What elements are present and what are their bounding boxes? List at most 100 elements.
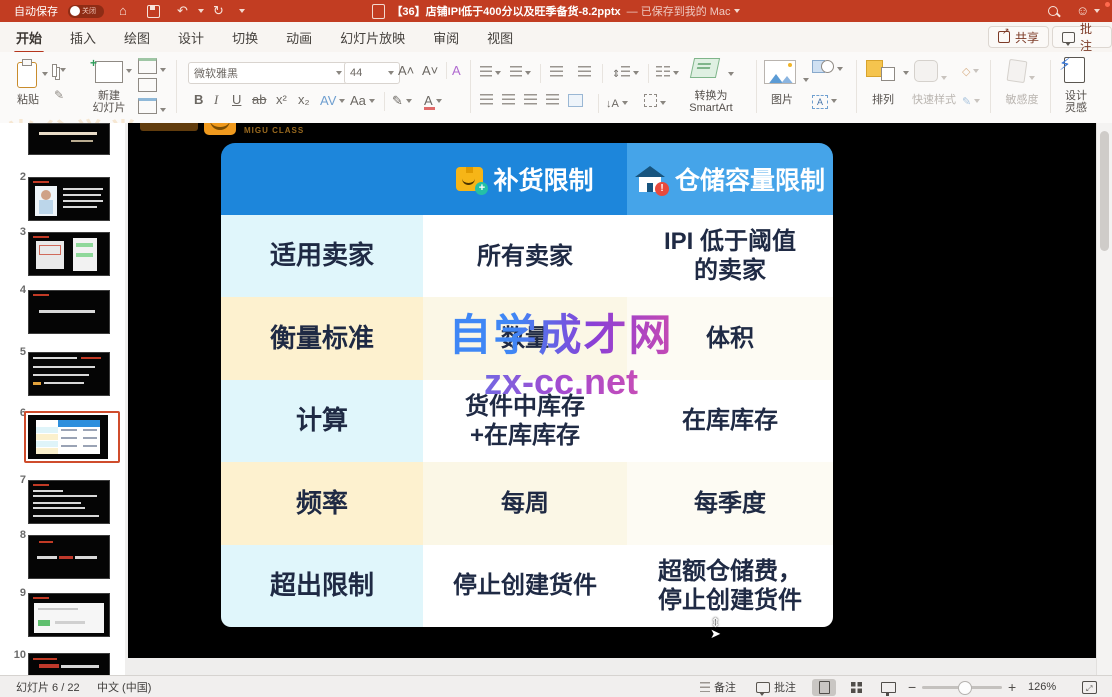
undo-icon[interactable]: ↶ (170, 0, 204, 22)
bullets-icon[interactable] (480, 64, 501, 82)
slide-thumbnail-2[interactable] (28, 177, 110, 221)
thumb-number-10: 10 (10, 649, 26, 661)
shapes-icon[interactable] (812, 60, 843, 78)
sections-icon[interactable] (138, 98, 166, 119)
zoom-slider[interactable] (922, 676, 1002, 697)
slide-thumbnail-10[interactable] (28, 653, 110, 675)
tab-draw[interactable]: 绘图 (122, 28, 152, 47)
arrange-icon[interactable] (866, 60, 909, 82)
design-ideas-icon[interactable]: ⚡ (1064, 57, 1085, 88)
align-text-icon[interactable] (644, 94, 666, 112)
zoom-slider-thumb[interactable] (958, 681, 972, 695)
header-restock-label: 补货限制 (493, 161, 593, 197)
grow-font-button[interactable]: A˄ (398, 63, 414, 78)
thumb-number-8: 8 (10, 529, 26, 541)
slide-thumbnail-1[interactable] (28, 123, 110, 155)
slide-thumbnail-9[interactable] (28, 593, 110, 637)
superscript-button[interactable]: x² (276, 92, 287, 107)
comments-button[interactable]: 批注 (1052, 26, 1112, 48)
font-size-select[interactable]: 44 (344, 62, 400, 84)
scrollbar-thumb[interactable] (1100, 131, 1109, 251)
table-row: 超出限制 停止创建货件 超额仓储费， 停止创建货件 (221, 545, 833, 627)
new-slide-icon[interactable]: + (92, 58, 126, 86)
thumb-number-2: 2 (10, 171, 26, 183)
slide-canvas[interactable]: MIGU CLASS + 补货限制 ! 仓储容量限制 适用卖家 (128, 123, 1097, 658)
italic-button[interactable]: I (214, 92, 218, 108)
quick-styles-label: 快速样式 (906, 94, 962, 106)
editor-canvas: MIGU CLASS + 补货限制 ! 仓储容量限制 适用卖家 (125, 123, 1112, 675)
search-icon[interactable] (1048, 0, 1058, 22)
paste-icon[interactable] (14, 60, 40, 90)
text-box-icon[interactable]: A (812, 92, 837, 110)
copy-icon[interactable] (52, 62, 66, 78)
home-icon[interactable]: ⌂ (112, 0, 134, 22)
tab-transitions[interactable]: 切换 (230, 28, 260, 47)
increase-indent-icon[interactable] (578, 64, 591, 82)
subscript-button[interactable]: x₂ (298, 92, 310, 107)
slide-thumbnail-6-selected[interactable] (24, 411, 120, 463)
share-button[interactable]: ↗ 共享 (988, 26, 1049, 48)
tab-insert[interactable]: 插入 (68, 28, 98, 47)
vertical-scrollbar[interactable] (1096, 123, 1112, 675)
underline-button[interactable]: U (232, 92, 241, 107)
reset-slide-icon[interactable] (138, 78, 157, 97)
slide-sorter-view-button[interactable] (844, 676, 868, 697)
statusbar-comments-button[interactable]: 批注 (756, 676, 796, 697)
thumb-number-5: 5 (10, 346, 26, 358)
thumb-number-9: 9 (10, 587, 26, 599)
notes-button[interactable]: 备注 (700, 676, 736, 697)
decrease-indent-icon[interactable] (550, 64, 563, 82)
save-icon[interactable] (140, 0, 167, 22)
toggle-knob (70, 6, 80, 16)
slide-thumbnail-4[interactable] (28, 290, 110, 334)
clear-format-button[interactable]: A (452, 63, 461, 78)
character-spacing-button[interactable]: AV (320, 92, 345, 110)
sensitivity-icon[interactable] (1008, 60, 1035, 87)
slide-thumbnail-8[interactable] (28, 535, 110, 579)
strikethrough-button[interactable]: ab (252, 92, 266, 107)
tab-review[interactable]: 审阅 (431, 28, 461, 47)
shape-outline-icon[interactable]: ✎ (962, 92, 980, 110)
smartart-icon[interactable] (692, 58, 734, 83)
zoom-in-button[interactable]: + (1008, 676, 1016, 697)
zoom-out-button[interactable]: − (908, 676, 916, 697)
tab-slideshow[interactable]: 幻灯片放映 (338, 28, 407, 47)
shrink-font-button[interactable]: A˅ (422, 63, 438, 78)
status-bar: 幻灯片 6 / 22 中文 (中国) 备注 批注 − + 126% ⤢ (0, 675, 1112, 697)
shape-fill-icon[interactable]: ◇ (962, 62, 979, 80)
font-color-button[interactable]: A (424, 92, 442, 110)
font-name-select[interactable]: 微软雅黑 (188, 62, 348, 84)
quick-styles-icon[interactable] (914, 60, 947, 87)
tab-home[interactable]: 开始 (14, 28, 44, 47)
tab-design[interactable]: 设计 (176, 28, 206, 47)
header-spacer (221, 143, 423, 215)
text-direction-icon[interactable]: ↓A (606, 94, 628, 112)
tab-animations[interactable]: 动画 (284, 28, 314, 47)
slideshow-view-button[interactable] (876, 676, 900, 697)
picture-label: 图片 (764, 94, 800, 106)
bold-button[interactable]: B (194, 92, 203, 107)
highlight-pen-icon[interactable]: ✎ (392, 92, 412, 110)
picture-icon[interactable] (764, 60, 809, 89)
tab-view[interactable]: 视图 (485, 28, 515, 47)
numbering-icon[interactable] (510, 64, 531, 82)
design-ideas-label: 设计 灵感 (1056, 90, 1096, 114)
toolbar-more-icon[interactable] (236, 0, 245, 22)
line-spacing-icon[interactable]: ⇕ (612, 64, 639, 82)
normal-view-button[interactable] (812, 676, 836, 697)
zoom-level[interactable]: 126% (1028, 676, 1056, 697)
alignment-icons[interactable] (480, 94, 583, 107)
slide-thumbnail-3[interactable] (28, 232, 110, 276)
columns-icon[interactable] (656, 64, 679, 82)
feedback-smiley-icon[interactable]: ☺ (1074, 0, 1100, 22)
layout-icon[interactable] (138, 58, 166, 79)
slide-thumbnail-7[interactable] (28, 480, 110, 524)
format-painter-icon[interactable]: ✎ (52, 88, 66, 102)
change-case-button[interactable]: Aa (350, 92, 375, 110)
language-indicator[interactable]: 中文 (中国) (97, 676, 151, 697)
autosave-toggle[interactable]: 关闭 (68, 0, 104, 22)
fit-slide-button[interactable]: ⤢ (1082, 676, 1097, 697)
redo-icon[interactable]: ↻ (206, 0, 231, 22)
font-color-glyph: A (424, 93, 433, 108)
slide-thumbnail-5[interactable] (28, 352, 110, 396)
